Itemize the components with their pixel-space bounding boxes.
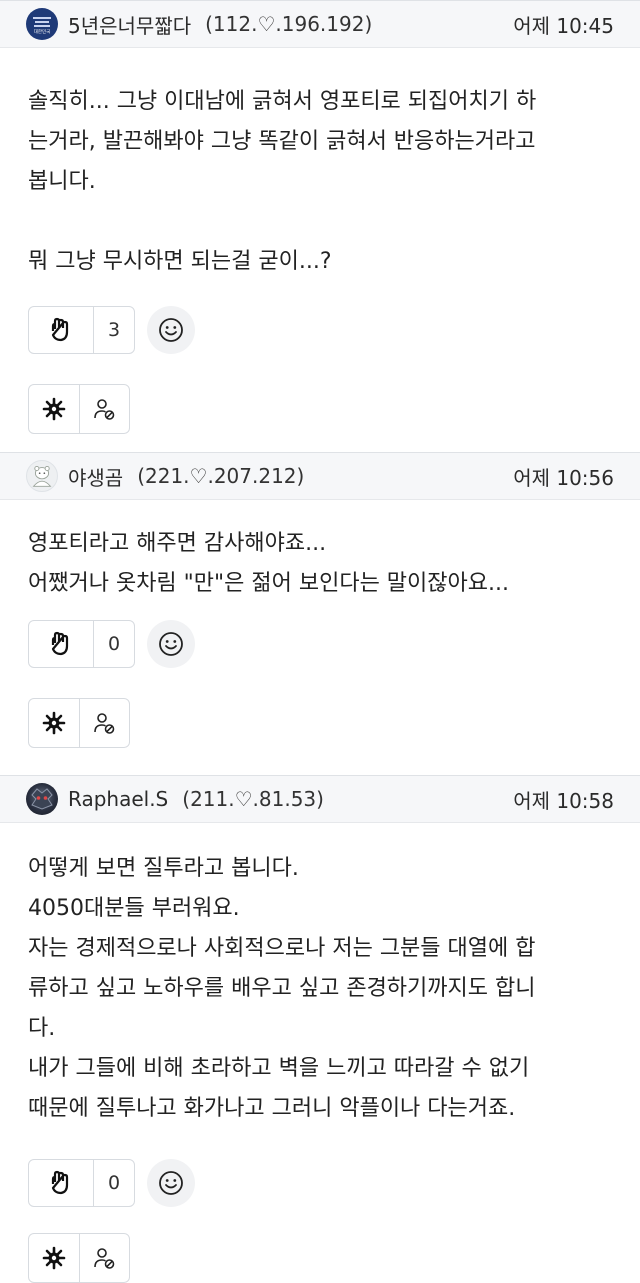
comment-line: 뭐 그냥 무시하면 되는걸 굳이...? <box>28 249 332 274</box>
comment-line: 영포티라고 해주면 감사해야죠... <box>28 531 327 556</box>
like-hand-icon <box>29 1160 94 1206</box>
comment-line: 는거라, 발끈해봐야 그냥 똑같이 긁혀서 반응하는거라고 <box>28 129 536 154</box>
like-count: 0 <box>107 1172 121 1194</box>
user-block-icon[interactable] <box>80 1234 130 1282</box>
comment-line: 류하고 싶고 노하우를 배우고 싶고 존경하기까지도 합니 <box>28 976 536 1001</box>
like-button[interactable]: 0 <box>28 1159 135 1207</box>
gear-icon[interactable] <box>29 385 80 433</box>
comment-text: 솔직히... 그냥 이대남에 긁혀서 영포티로 되집어치기 하 는거라, 발끈해… <box>28 48 612 292</box>
user-block-icon[interactable] <box>80 385 130 433</box>
comment-line: 봅니다. <box>28 169 96 194</box>
comment-tools <box>28 1233 130 1283</box>
like-hand-icon <box>29 621 94 667</box>
timestamp: 어제 10:56 <box>513 465 614 490</box>
comment-line: 다. <box>28 1016 56 1041</box>
comment-line: 어쨌거나 옷차림 "만"은 젊어 보인다는 말이잖아요... <box>28 571 509 596</box>
ip-address: (221.♡.207.212) <box>137 464 305 488</box>
gear-icon[interactable] <box>29 1234 80 1282</box>
avatar[interactable]: 대한민국 <box>26 8 58 40</box>
user-block-icon[interactable] <box>80 699 130 747</box>
comment-line: 솔직히... 그냥 이대남에 긁혀서 영포티로 되집어치기 하 <box>28 89 537 114</box>
svg-text:대한민국: 대한민국 <box>34 28 51 35</box>
comment-body: 영포티라고 해주면 감사해야죠... 어쨌거나 옷차림 "만"은 젊어 보인다는… <box>0 500 640 748</box>
like-count: 3 <box>107 319 121 341</box>
comment-line <box>28 202 612 242</box>
comment-text: 어떻게 보면 질투라고 봅니다. 4050대분들 부러워요. 자는 경제적으로나… <box>28 823 612 1149</box>
nickname[interactable]: Raphael.S <box>68 787 168 811</box>
avatar[interactable] <box>26 460 58 492</box>
comment-header: 야생곰 (221.♡.207.212) 어제 10:56 <box>0 452 640 500</box>
comment-3: Raphael.S (211.♡.81.53) 어제 10:58 어떻게 보면 … <box>0 775 640 1283</box>
timestamp: 어제 10:58 <box>513 788 614 813</box>
gear-icon[interactable] <box>29 699 80 747</box>
like-button[interactable]: 3 <box>28 306 135 354</box>
comment-text: 영포티라고 해주면 감사해야죠... 어쨌거나 옷차림 "만"은 젊어 보인다는… <box>28 500 612 620</box>
like-hand-icon <box>29 307 94 353</box>
comment-tools <box>28 384 130 434</box>
smile-face-icon[interactable] <box>147 620 195 668</box>
comment-header: Raphael.S (211.♡.81.53) 어제 10:58 <box>0 775 640 823</box>
reaction-row: 0 <box>28 620 612 668</box>
comment-line: 4050대분들 부러워요. <box>28 896 240 921</box>
comment-2: 야생곰 (221.♡.207.212) 어제 10:56 영포티라고 해주면 감… <box>0 452 640 775</box>
comment-body: 솔직히... 그냥 이대남에 긁혀서 영포티로 되집어치기 하 는거라, 발끈해… <box>0 48 640 434</box>
timestamp: 어제 10:45 <box>513 13 614 38</box>
reaction-row: 0 <box>28 1159 612 1207</box>
smile-face-icon[interactable] <box>147 1159 195 1207</box>
reaction-row: 3 <box>28 306 612 354</box>
comment-line: 어떻게 보면 질투라고 봅니다. <box>28 856 299 881</box>
ip-address: (211.♡.81.53) <box>182 787 324 811</box>
comment-line: 내가 그들에 비해 초라하고 벽을 느끼고 따라갈 수 없기 <box>28 1056 530 1081</box>
comment-line: 자는 경제적으로나 사회적으로나 저는 그분들 대열에 합 <box>28 936 536 961</box>
comment-body: 어떻게 보면 질투라고 봅니다. 4050대분들 부러워요. 자는 경제적으로나… <box>0 823 640 1283</box>
comment-header: 대한민국 5년은너무짧다 (112.♡.196.192) 어제 10:45 <box>0 0 640 48</box>
comment-line: 때문에 질투나고 화가나고 그러니 악플이나 다는거죠. <box>28 1096 516 1121</box>
avatar[interactable] <box>26 783 58 815</box>
ip-address: (112.♡.196.192) <box>205 12 373 36</box>
like-count: 0 <box>107 633 121 655</box>
nickname[interactable]: 야생곰 <box>68 462 123 491</box>
like-button[interactable]: 0 <box>28 620 135 668</box>
comment-tools <box>28 698 130 748</box>
comment-1: 대한민국 5년은너무짧다 (112.♡.196.192) 어제 10:45 솔직… <box>0 0 640 452</box>
smile-face-icon[interactable] <box>147 306 195 354</box>
nickname[interactable]: 5년은너무짧다 <box>68 10 191 39</box>
